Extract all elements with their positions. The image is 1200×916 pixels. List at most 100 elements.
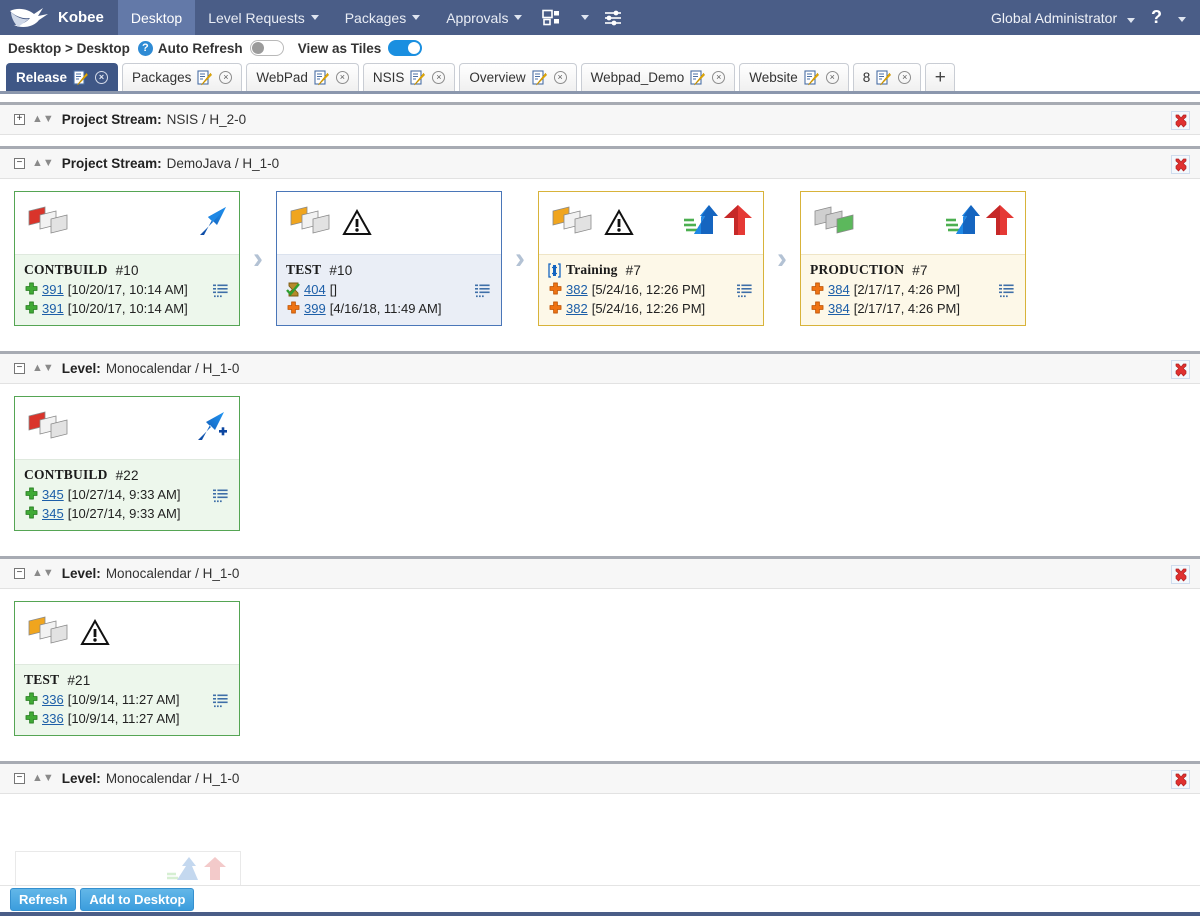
delete-x-icon[interactable] [1174, 363, 1188, 377]
level-tile[interactable]: TEST #10 404 [] 399 [4/16/18, 11:49 AM] [276, 191, 502, 326]
tab-webpad[interactable]: WebPad × [246, 63, 359, 91]
reorder-handle-icon[interactable]: ▲▼ [32, 114, 54, 125]
level-tile[interactable]: TEST #21 336 [10/9/14, 11:27 AM] 336 [10… [14, 601, 240, 736]
sitemap-dropdown-caret[interactable] [568, 0, 596, 35]
list-icon-button[interactable] [213, 489, 228, 506]
tab-website[interactable]: Website × [739, 63, 849, 91]
nav-item-desktop[interactable]: Desktop [117, 0, 196, 35]
partially-hidden-tile[interactable] [15, 851, 241, 885]
note-edit-icon [690, 69, 706, 85]
add-to-desktop-button[interactable]: Add to Desktop [80, 887, 195, 911]
tab-close-icon[interactable]: × [553, 71, 567, 84]
timestamp: [10/27/14, 9:33 AM] [67, 506, 181, 521]
version-link[interactable]: 345 [42, 506, 64, 521]
list-icon-button[interactable] [999, 284, 1014, 301]
delete-x-icon[interactable] [1174, 568, 1188, 582]
list-icon[interactable] [213, 284, 228, 298]
version-link[interactable]: 399 [304, 301, 326, 316]
version-link[interactable]: 391 [42, 282, 64, 297]
tile-title: TEST #10 [286, 262, 492, 278]
tile-action-icons[interactable] [683, 204, 753, 236]
tile-title: Training #7 [548, 262, 754, 278]
tab-packages[interactable]: Packages × [122, 63, 243, 91]
version-link[interactable]: 382 [566, 282, 588, 297]
version-link[interactable]: 391 [42, 301, 64, 316]
panel-delete-button[interactable] [1171, 155, 1190, 174]
tab-close-icon[interactable]: × [432, 71, 446, 84]
delete-x-icon[interactable] [1174, 158, 1188, 172]
panel-delete-button[interactable] [1171, 111, 1190, 130]
tab-close-icon[interactable]: × [825, 71, 839, 84]
list-icon[interactable] [213, 489, 228, 503]
list-icon-button[interactable] [475, 284, 490, 301]
list-icon[interactable] [213, 694, 228, 708]
panel-expander-toggle[interactable]: + [14, 114, 25, 125]
panel-expander-toggle[interactable]: − [14, 158, 25, 169]
tile-action-icons[interactable] [945, 204, 1015, 236]
help-dropdown-caret[interactable] [1172, 10, 1200, 25]
panel-header[interactable]: + ▲▼ Project Stream: NSIS / H_2-0 [0, 105, 1200, 135]
red-arrow-up-icon [986, 205, 1014, 235]
tab-release[interactable]: Release × [6, 63, 119, 91]
tab-close-icon[interactable]: × [335, 71, 349, 84]
help-button[interactable]: ? [1141, 7, 1172, 28]
sliders-icon[interactable] [596, 0, 630, 35]
tab-overview[interactable]: Overview × [459, 63, 577, 91]
reorder-handle-icon[interactable]: ▲▼ [32, 568, 54, 579]
tab-webpad-demo[interactable]: Webpad_Demo × [580, 63, 736, 91]
panel-delete-button[interactable] [1171, 565, 1190, 584]
panel-header[interactable]: − ▲▼ Level: Monocalendar / H_1-0 [0, 764, 1200, 794]
delete-x-icon[interactable] [1174, 773, 1188, 787]
level-tile[interactable]: Training #7 382 [5/24/16, 12:26 PM] 382 … [538, 191, 764, 326]
refresh-button[interactable]: Refresh [10, 887, 77, 911]
sitemap-icon[interactable] [535, 0, 568, 35]
level-tile[interactable]: PRODUCTION #7 384 [2/17/17, 4:26 PM] 384… [800, 191, 1026, 326]
view-as-tiles-toggle[interactable] [388, 40, 423, 56]
panel-expander-toggle[interactable]: − [14, 363, 25, 374]
panel-expander-toggle[interactable]: − [14, 773, 25, 784]
list-icon[interactable] [999, 284, 1014, 298]
nav-item-approvals[interactable]: Approvals [433, 0, 535, 35]
tile-action-icons[interactable] [195, 204, 229, 238]
panel-header[interactable]: − ▲▼ Level: Monocalendar / H_1-0 [0, 354, 1200, 384]
hummingbird-logo-icon[interactable] [0, 0, 58, 35]
tab-close-icon[interactable]: × [219, 71, 233, 84]
version-link[interactable]: 345 [42, 487, 64, 502]
tab-8[interactable]: 8 × [852, 63, 922, 91]
user-menu-label: Global Administrator [991, 9, 1118, 26]
list-icon[interactable] [475, 284, 490, 298]
version-link[interactable]: 336 [42, 711, 64, 726]
level-tile[interactable]: CONTBUILD #22 345 [10/27/14, 9:33 AM] 34… [14, 396, 240, 531]
panel-header[interactable]: − ▲▼ Level: Monocalendar / H_1-0 [0, 559, 1200, 589]
version-link[interactable]: 382 [566, 301, 588, 316]
tile-header [539, 192, 763, 254]
version-link[interactable]: 336 [42, 692, 64, 707]
tile-action-icons[interactable] [195, 409, 229, 443]
version-link[interactable]: 384 [828, 282, 850, 297]
user-menu[interactable]: Global Administrator [985, 10, 1141, 26]
tab-nsis[interactable]: NSIS × [362, 63, 456, 91]
tab-close-icon[interactable]: × [712, 71, 726, 84]
panel-delete-button[interactable] [1171, 360, 1190, 379]
tab-close-icon[interactable]: × [95, 71, 109, 84]
list-icon[interactable] [737, 284, 752, 298]
reorder-handle-icon[interactable]: ▲▼ [32, 773, 54, 784]
list-icon-button[interactable] [213, 284, 228, 301]
version-link[interactable]: 404 [304, 282, 326, 297]
panel-expander-toggle[interactable]: − [14, 568, 25, 579]
reorder-handle-icon[interactable]: ▲▼ [32, 158, 54, 169]
add-tab-button[interactable]: + [925, 63, 956, 91]
auto-refresh-toggle[interactable] [249, 40, 284, 56]
nav-item-packages[interactable]: Packages [332, 0, 433, 35]
list-icon-button[interactable] [737, 284, 752, 301]
nav-item-level-requests[interactable]: Level Requests [195, 0, 332, 35]
delete-x-icon[interactable] [1174, 114, 1188, 128]
panel-delete-button[interactable] [1171, 770, 1190, 789]
tab-close-icon[interactable]: × [898, 71, 912, 84]
list-icon-button[interactable] [213, 694, 228, 711]
help-icon[interactable]: ? [137, 40, 153, 56]
panel-header[interactable]: − ▲▼ Project Stream: DemoJava / H_1-0 [0, 149, 1200, 179]
level-tile[interactable]: CONTBUILD #10 391 [10/20/17, 10:14 AM] 3… [14, 191, 240, 326]
reorder-handle-icon[interactable]: ▲▼ [32, 363, 54, 374]
version-link[interactable]: 384 [828, 301, 850, 316]
